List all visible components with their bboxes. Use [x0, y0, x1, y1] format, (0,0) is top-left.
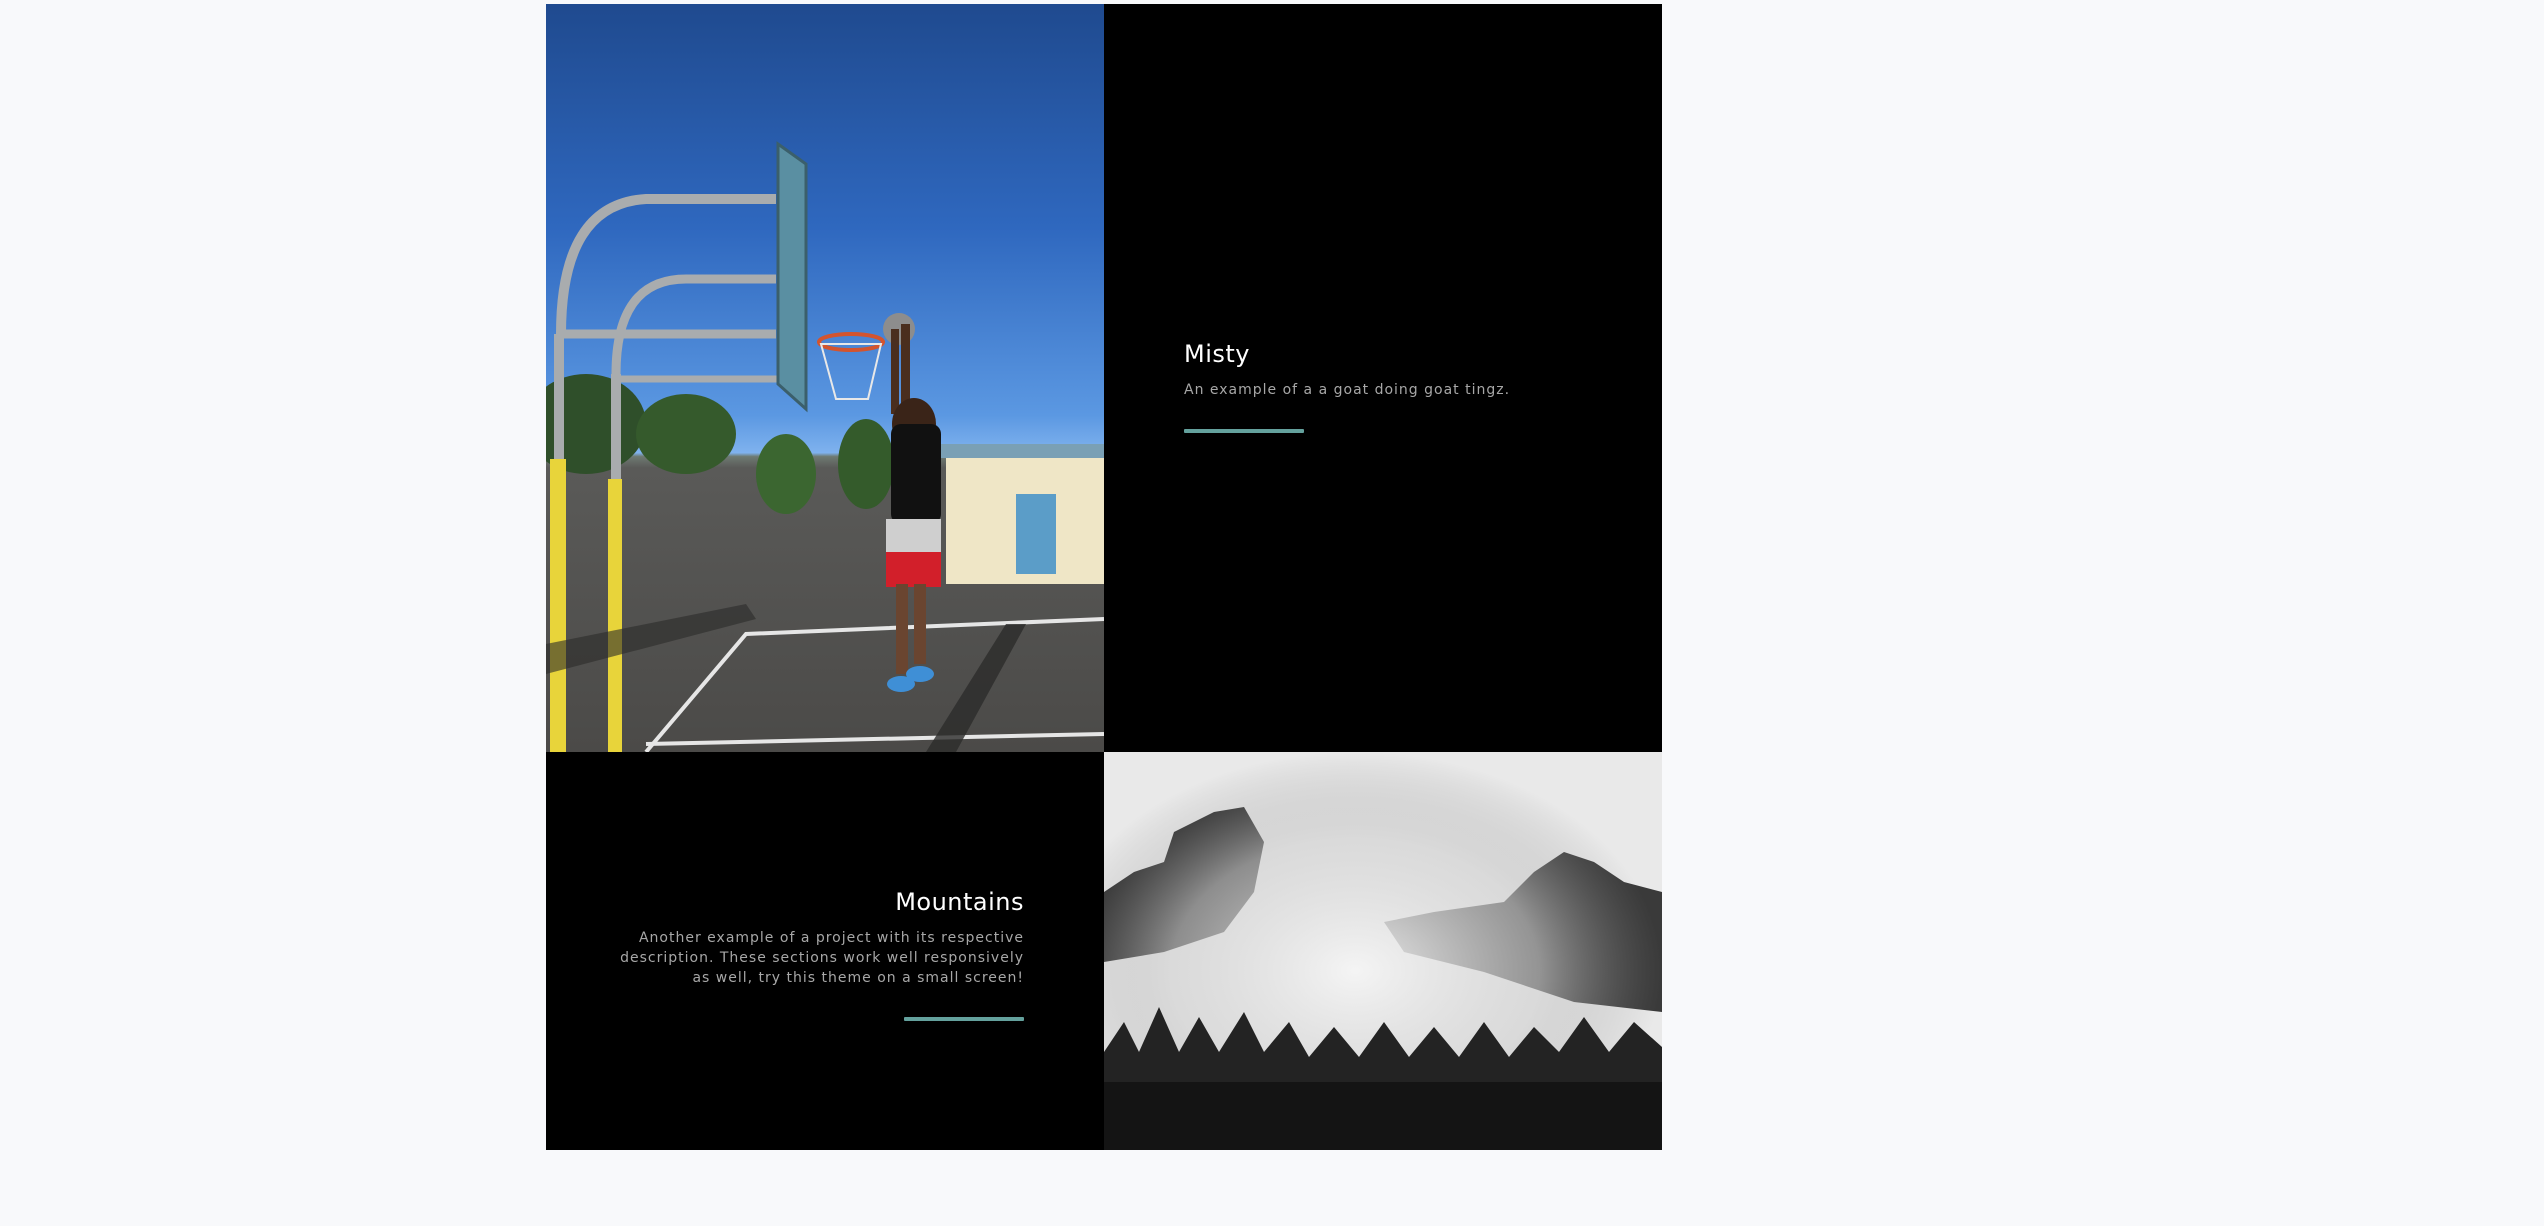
project-title: Mountains — [895, 888, 1024, 916]
mountain-photo — [1104, 752, 1662, 1150]
basketball-scene-illustration — [546, 141, 1104, 752]
page: Misty An example of a a goat doing goat … — [0, 0, 2544, 1226]
misty-panel: Misty An example of a a goat doing goat … — [1104, 4, 1662, 752]
basketball-photo — [546, 4, 1104, 752]
project-description: Another example of a project with its re… — [620, 930, 1024, 986]
project-title: Misty — [1184, 340, 1250, 368]
misty-text-block: Misty An example of a a goat doing goat … — [1184, 340, 1604, 437]
project-description: An example of a a goat doing goat tingz. — [1184, 382, 1511, 398]
projects-grid: Misty An example of a a goat doing goat … — [546, 4, 1662, 1150]
accent-divider — [1184, 429, 1304, 433]
mountains-text-block: Mountains Another example of a project w… — [604, 888, 1024, 1025]
accent-divider — [904, 1017, 1024, 1021]
mountains-panel: Mountains Another example of a project w… — [546, 752, 1104, 1150]
misty-mountain-illustration — [1104, 752, 1662, 1150]
